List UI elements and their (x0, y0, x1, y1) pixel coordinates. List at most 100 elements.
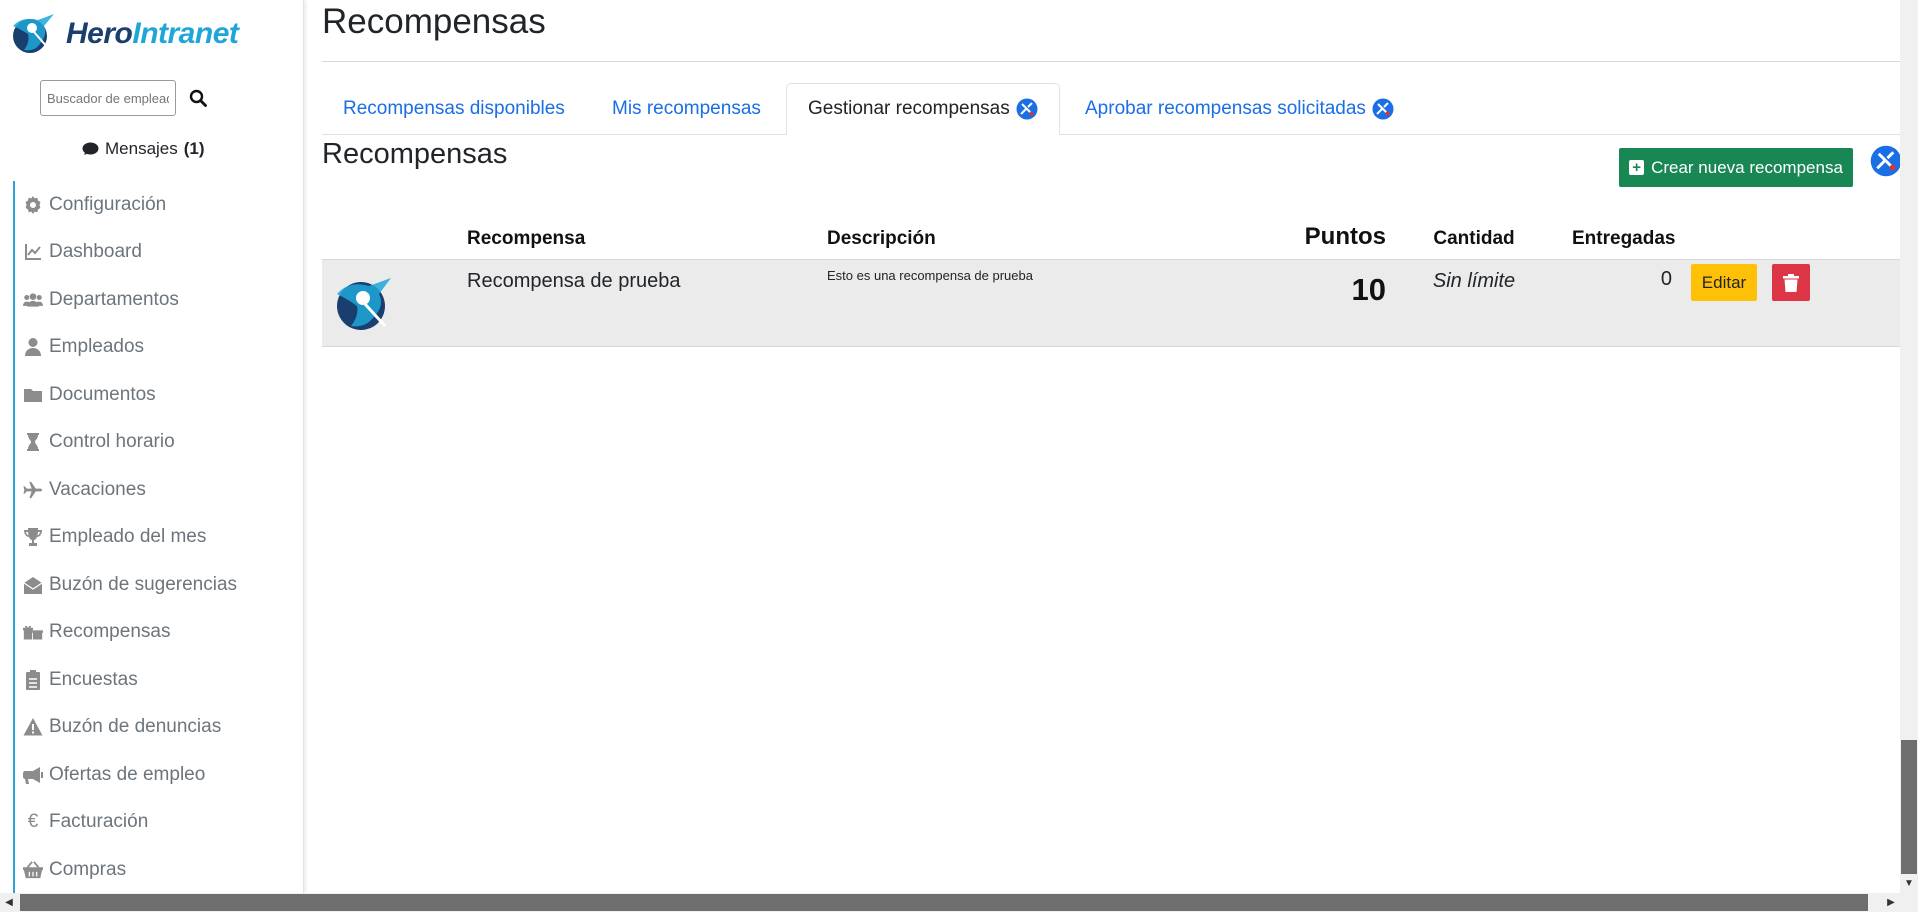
euro-icon: € (27, 811, 39, 833)
sidebar-item-label: Documentos (49, 383, 156, 405)
scroll-down-arrow[interactable]: ▼ (1900, 875, 1918, 893)
sidebar-item-recompensas[interactable]: Recompensas (13, 608, 298, 656)
messages-count: (1) (183, 139, 205, 158)
sidebar-item-label: Buzón de sugerencias (49, 573, 238, 595)
sidebar-item-label: Configuración (49, 193, 167, 215)
reward-description: Esto es una recompensa de prueba (827, 268, 1033, 283)
sidebar-item-control-horario[interactable]: Control horario (13, 418, 298, 466)
employee-search (40, 80, 212, 116)
sidebar-item-label: Empleado del mes (49, 526, 207, 548)
envelope-open-icon (23, 576, 43, 594)
chart-line-icon (25, 244, 41, 261)
brand-name: HeroIntranet (66, 17, 239, 51)
messages-label: Mensajes (105, 139, 178, 158)
column-header-quantity: Cantidad (1433, 228, 1515, 249)
search-icon (189, 89, 207, 107)
create-reward-label: Crear nueva recompensa (1651, 157, 1843, 177)
edit-button[interactable]: Editar (1691, 264, 1757, 301)
basket-icon (23, 860, 43, 878)
tab-label: Gestionar recompensas (808, 98, 1010, 119)
sidebar-item-buzon-sugerencias[interactable]: Buzón de sugerencias (13, 561, 298, 609)
tab-mis-recompensas[interactable]: Mis recompensas (591, 83, 782, 134)
column-header-delivered: Entregadas (1572, 228, 1676, 249)
admin-tools-icon (1372, 98, 1394, 119)
hero-logo-icon (13, 14, 54, 53)
tab-label: Mis recompensas (612, 97, 761, 119)
messages-link[interactable]: Mensajes (1) (82, 139, 205, 159)
tabs-bar: Recompensas disponibles Mis recompensas … (322, 83, 1900, 135)
sidebar: HeroIntranet Mensajes (1) Configuración … (0, 0, 304, 894)
sidebar-item-ofertas-empleo[interactable]: Ofertas de empleo (13, 751, 298, 799)
table-row: Recompensa de prueba Esto es una recompe… (322, 259, 1900, 347)
megaphone-icon (23, 766, 43, 784)
section-title: Recompensas (322, 138, 508, 170)
sidebar-item-vacaciones[interactable]: Vacaciones (13, 466, 298, 514)
sidebar-item-empleados[interactable]: Empleados (13, 323, 298, 371)
users-icon (23, 293, 43, 307)
tab-recompensas-disponibles[interactable]: Recompensas disponibles (322, 83, 586, 134)
user-icon (25, 338, 41, 357)
gear-icon (25, 195, 41, 214)
horizontal-scrollbar[interactable]: ◀ ▶ (0, 893, 1918, 912)
reward-image (337, 278, 391, 330)
horizontal-scrollbar-thumb[interactable] (20, 894, 1868, 911)
sidebar-item-label: Compras (49, 858, 127, 880)
scroll-left-arrow[interactable]: ◀ (0, 893, 18, 912)
title-divider (322, 61, 1900, 62)
brand-name-part1: Hero (66, 17, 133, 50)
sidebar-item-label: Dashboard (49, 241, 142, 263)
gifts-icon (23, 626, 43, 640)
column-header-reward: Recompensa (467, 228, 586, 249)
page-title: Recompensas (322, 2, 546, 41)
brand-name-part2: Intranet (132, 17, 239, 50)
sidebar-item-documentos[interactable]: Documentos (13, 371, 298, 419)
column-header-points: Puntos (1304, 223, 1386, 250)
sidebar-item-label: Buzón de denuncias (49, 716, 222, 738)
tab-aprobar-recompensas[interactable]: Aprobar recompensas solicitadas (1064, 83, 1415, 134)
tab-gestionar-recompensas[interactable]: Gestionar recompensas (786, 83, 1060, 135)
reward-name: Recompensa de prueba (467, 270, 681, 292)
search-button[interactable] (184, 84, 212, 112)
sidebar-item-label: Vacaciones (49, 478, 146, 500)
reward-points: 10 (1351, 272, 1386, 307)
sidebar-item-facturacion[interactable]: € Facturación (13, 798, 298, 846)
sidebar-item-configuracion[interactable]: Configuración (13, 181, 298, 229)
column-header-description: Descripción (827, 228, 936, 249)
sidebar-item-departamentos[interactable]: Departamentos (13, 276, 298, 324)
reward-quantity: Sin límite (1432, 270, 1516, 292)
brand-logo[interactable]: HeroIntranet (8, 12, 239, 56)
delete-button[interactable] (1772, 264, 1810, 301)
sidebar-item-label: Empleados (49, 336, 145, 358)
vertical-scrollbar[interactable]: ▼ (1900, 0, 1918, 893)
trophy-icon (24, 528, 42, 547)
sidebar-item-label: Control horario (49, 431, 175, 453)
plus-square-icon: + (1629, 160, 1645, 175)
comment-icon (82, 142, 99, 155)
folder-icon (24, 388, 42, 402)
warning-icon (23, 718, 43, 736)
search-input[interactable] (40, 80, 176, 116)
trash-icon (1783, 273, 1799, 292)
sidebar-item-encuestas[interactable]: Encuestas (13, 656, 298, 704)
hourglass-icon (27, 433, 39, 452)
sidebar-item-label: Facturación (49, 811, 149, 833)
tab-label: Recompensas disponibles (343, 97, 565, 119)
reward-delivered: 0 (1660, 268, 1672, 290)
sidebar-item-dashboard[interactable]: Dashboard (13, 228, 298, 276)
sidebar-item-empleado-del-mes[interactable]: Empleado del mes (13, 513, 298, 561)
sidebar-item-compras[interactable]: Compras (13, 846, 298, 894)
admin-tools-icon (1870, 145, 1902, 177)
create-reward-button[interactable]: + Crear nueva recompensa (1619, 148, 1853, 187)
sidebar-item-label: Recompensas (49, 621, 171, 643)
plane-icon (23, 481, 43, 498)
tab-label: Aprobar recompensas solicitadas (1085, 97, 1366, 119)
sidebar-item-buzon-denuncias[interactable]: Buzón de denuncias (13, 703, 298, 751)
vertical-scrollbar-thumb[interactable] (1901, 740, 1917, 874)
sidebar-item-label: Departamentos (49, 288, 179, 310)
admin-tools-icon (1016, 98, 1038, 120)
sidebar-item-label: Ofertas de empleo (49, 763, 206, 785)
sidebar-nav: Configuración Dashboard Departamentos Em… (13, 181, 298, 894)
clipboard-list-icon (26, 669, 40, 690)
scroll-right-arrow[interactable]: ▶ (1882, 893, 1900, 912)
sidebar-item-label: Encuestas (49, 668, 138, 690)
